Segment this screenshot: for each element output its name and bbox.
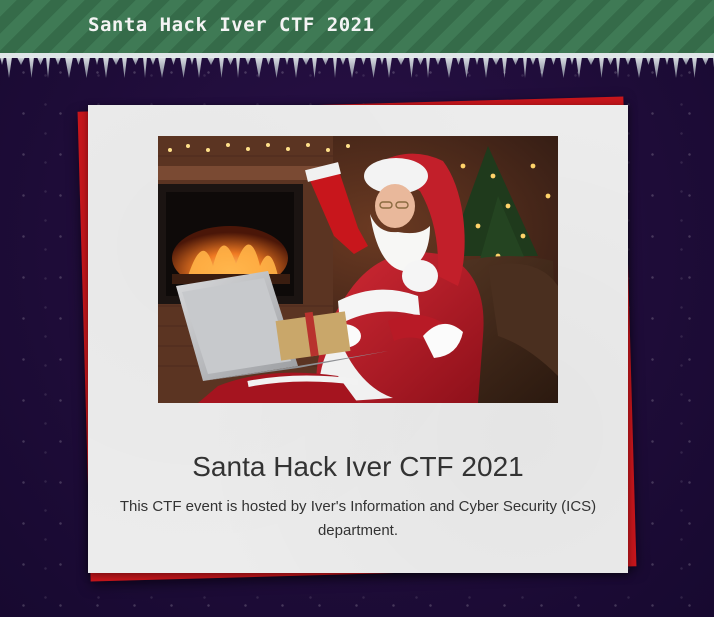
icicle <box>386 57 392 78</box>
icicle <box>46 57 50 78</box>
icicle <box>150 57 156 65</box>
icicle <box>255 57 263 78</box>
icicle <box>158 57 166 78</box>
icicle <box>266 57 271 65</box>
icicle <box>196 57 202 78</box>
icicle <box>65 57 73 78</box>
icicle <box>599 57 604 78</box>
icicle <box>143 57 147 78</box>
icicle <box>492 57 500 65</box>
icicle <box>245 57 251 65</box>
icicle <box>236 57 240 78</box>
icicle <box>653 57 660 78</box>
icicle <box>293 57 299 78</box>
icicle <box>285 57 289 65</box>
icicle <box>445 57 453 78</box>
icicle <box>702 57 709 65</box>
icicle <box>103 57 109 78</box>
icicle <box>17 57 25 65</box>
icicle <box>122 57 127 78</box>
icicle <box>530 57 536 65</box>
icicle <box>625 57 631 65</box>
icicle <box>83 57 90 78</box>
icicle <box>538 57 546 78</box>
icicle <box>512 57 519 65</box>
icicle <box>132 57 139 65</box>
icicle <box>207 57 215 65</box>
icicle <box>616 57 620 78</box>
icicle <box>219 57 224 78</box>
icicle <box>607 57 614 65</box>
icicle <box>322 57 329 65</box>
top-navbar: Santa Hack Iver CTF 2021 <box>0 0 714 55</box>
icicle <box>112 57 120 65</box>
icicle <box>370 57 377 78</box>
icicle <box>560 57 567 78</box>
icicle <box>37 57 44 65</box>
icicles-decoration <box>0 53 714 78</box>
santa-laptop-image <box>158 136 558 403</box>
icicle <box>502 57 507 78</box>
icicle <box>171 57 176 65</box>
icicle <box>692 57 697 78</box>
icicle <box>463 57 470 78</box>
icicle <box>551 57 556 65</box>
icicle <box>682 57 690 65</box>
icicle <box>55 57 61 65</box>
icicle <box>340 57 346 65</box>
icicle <box>426 57 430 78</box>
icicle <box>95 57 99 65</box>
icicle <box>29 57 34 78</box>
icicle <box>0 57 4 65</box>
icicle <box>333 57 337 78</box>
icicle <box>76 57 81 65</box>
icicle <box>523 57 527 78</box>
icicle <box>417 57 424 65</box>
icicle <box>227 57 234 65</box>
brand-title-link[interactable]: Santa Hack Iver CTF 2021 <box>88 14 375 36</box>
card-title: Santa Hack Iver CTF 2021 <box>192 451 524 482</box>
icicle <box>302 57 310 65</box>
icicle <box>409 57 414 78</box>
icicle <box>483 57 489 78</box>
icicle <box>673 57 679 78</box>
icicle <box>475 57 479 65</box>
icicle <box>665 57 669 65</box>
icicle <box>646 57 651 65</box>
icicle <box>397 57 405 65</box>
icicle <box>635 57 643 78</box>
icicle <box>576 57 582 78</box>
icicle <box>190 57 194 65</box>
icicle <box>6 57 12 78</box>
icicle <box>361 57 366 65</box>
icicle <box>180 57 187 78</box>
icicle <box>348 57 356 78</box>
icicle <box>456 57 461 65</box>
icicle <box>312 57 317 78</box>
card-description: This CTF event is hosted by Iver's Infor… <box>119 498 597 539</box>
icicle <box>587 57 595 65</box>
icicle <box>380 57 384 65</box>
event-card: Santa Hack Iver CTF 2021 This CTF event … <box>88 105 628 573</box>
icicle <box>570 57 574 65</box>
icicle <box>435 57 441 65</box>
icicle <box>273 57 280 78</box>
